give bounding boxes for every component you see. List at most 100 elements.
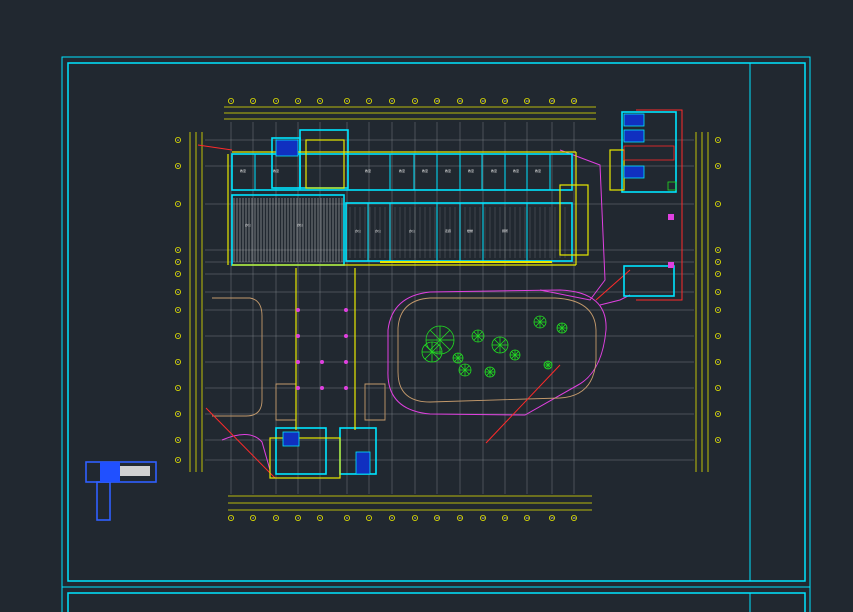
axis-bubble-right: F [715,270,722,277]
axis-bubble-top: 5 [316,98,323,105]
column-marker [344,360,348,364]
axis-bubble-top: 6 [343,98,350,105]
axis-bubble-left: H [174,306,181,313]
axis-bubble-right: L [715,384,722,391]
axis-bubble-right: B [715,162,722,169]
main-building [85,111,677,521]
tree-branch [424,351,433,360]
axis-bubble-bottom: 10 [433,515,440,522]
tree-branch [561,324,566,329]
tree-branch [460,369,466,375]
axis-bubble-label: N [717,438,719,442]
axis-bubble-right: M [715,410,722,417]
axis-bubble-label: 13 [503,99,507,103]
column-markers [296,308,348,390]
tree-branch [494,339,501,346]
column-marker [320,360,324,364]
tree-branch [457,354,462,359]
axis-bubble-top: 3 [272,98,279,105]
axis-bubble-label: 12 [481,99,485,103]
axis-bubble-bottom: 6 [343,515,350,522]
room-label: 教室 [468,168,474,173]
axis-bubble-left: G [174,288,181,295]
tree-branch [486,371,491,376]
axis-bubble-label: F [717,272,719,276]
axis-bubble-label: 1 [230,99,232,103]
column-marker [296,360,300,364]
axis-bubble-label: H [717,308,719,312]
axis-bubble-label: 2 [252,99,254,103]
axis-bubble-label: H [177,308,179,312]
axis-bubble-left: P [174,456,181,463]
axis-bubble-right: G [715,288,722,295]
tree-branch [535,317,541,323]
axis-bubble-label: 7 [368,516,370,520]
axis-bubble-label: 15 [550,99,554,103]
axis-bubble-top: 9 [411,98,418,105]
cad-drawing-canvas[interactable]: 1 2 3 4 5 6 7 8 9 10 11 12 13 14 15 161 2 3 4 5 6 7 8 9 10 11 12 13… [0,0,853,612]
axis-bubble-label: A [177,138,179,142]
tree-branch [424,344,433,353]
axis-bubble-left: D [174,246,181,253]
axis-bubble-label: B [717,164,719,168]
axis-bubble-label: 5 [319,516,321,520]
axis-bubble-label: 4 [297,99,299,103]
axis-bubble-bottom: 15 [549,515,556,522]
tree-branch [477,335,483,341]
axis-bubble-top: 14 [524,98,531,105]
room-label: 办公 [297,222,303,227]
tree-branch [547,361,552,366]
axis-bubble-label: 14 [525,516,529,520]
axis-bubbles: 1 2 3 4 5 6 7 8 9 10 11 12 13 14 15 161 2 3 4 5 6 7 8 9 10 11 12 13… [174,98,722,522]
tree-branch [511,351,516,356]
axis-bubble-label: J [717,334,719,338]
room-label: 办公 [409,228,415,233]
room-label: 办公 [245,222,251,227]
room-label: 教室 [535,168,541,173]
axis-bubble-label: 10 [435,99,439,103]
axis-bubble-left: N [174,436,181,443]
column-marker [320,386,324,390]
axis-bubble-right: C [715,200,722,207]
column-marker [344,334,348,338]
axis-bubble-label: M [717,412,719,416]
axis-bubble-left: C [174,200,181,207]
axis-bubble-label: 5 [319,99,321,103]
axis-bubble-label: D [717,248,719,252]
tree-branch [431,344,440,353]
room-label: 教室 [273,168,279,173]
room-label: 教室 [491,168,497,173]
tree-branch [457,357,462,362]
axis-bubble-label: F [177,272,179,276]
axis-bubble-label: 4 [297,516,299,520]
tree-branch [539,321,545,327]
axis-bubble-top: 15 [549,98,556,105]
axis-bubble-label: K [177,360,179,364]
axis-bubble-right: K [715,358,722,365]
axis-bubble-right: A [715,136,722,143]
tree-branch [558,327,563,332]
axis-bubble-label: A [717,138,719,142]
tree-branch [544,364,549,369]
axis-bubble-label: C [177,202,179,206]
axis-bubble-left: B [174,162,181,169]
tree-branch [464,365,470,371]
room-label: 教室 [422,168,428,173]
axis-bubble-label: L [717,386,719,390]
room-label: 教室 [240,168,246,173]
axis-bubble-label: 3 [275,99,277,103]
room-label: 教室 [513,168,519,173]
axis-bubble-label: 16 [572,516,576,520]
axis-bubble-label: 16 [572,99,576,103]
tree-branch [473,335,479,341]
axis-bubble-top: 16 [571,98,578,105]
axis-bubble-top: 10 [433,98,440,105]
axis-bubble-label: 1 [230,516,232,520]
axis-bubble-label: G [177,290,179,294]
axis-bubble-right: E [715,258,722,265]
axis-bubble-label: M [177,412,179,416]
axis-bubble-left: M [174,410,181,417]
axis-bubble-label: 11 [458,516,462,520]
tree-branch [494,344,501,351]
axis-bubble-top: 11 [456,98,463,105]
